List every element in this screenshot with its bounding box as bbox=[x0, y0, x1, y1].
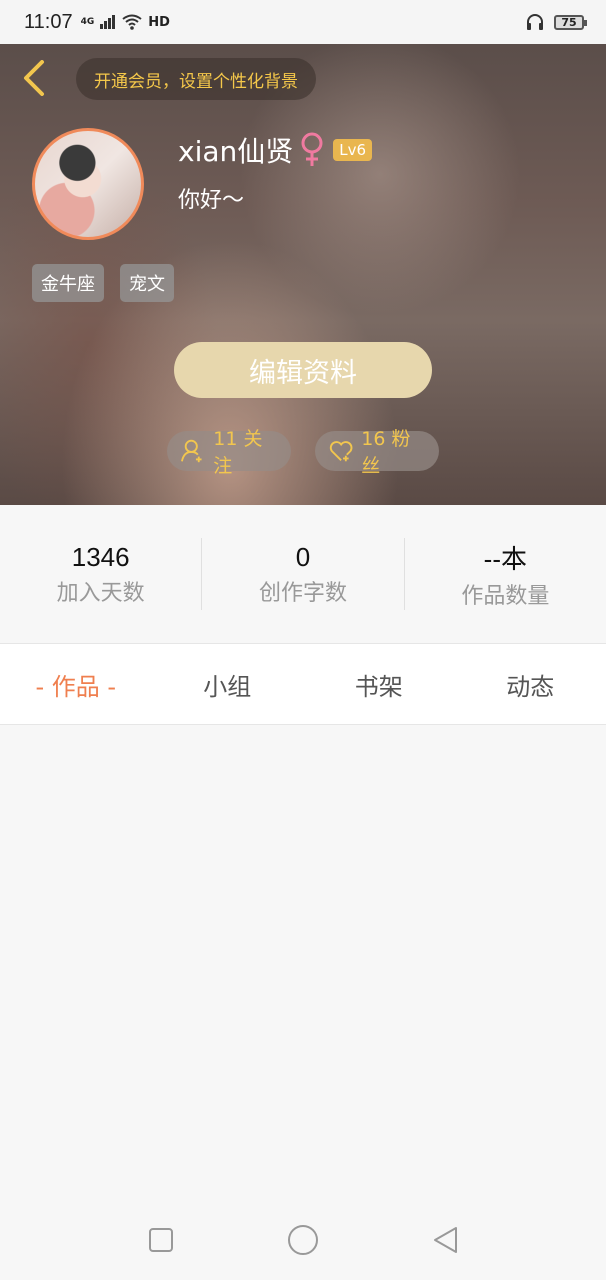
triangle-back-icon bbox=[434, 1227, 457, 1253]
female-icon bbox=[299, 132, 325, 168]
signal-icon bbox=[100, 15, 116, 29]
tag-item[interactable]: 金牛座 bbox=[32, 264, 104, 302]
heart-plus-icon bbox=[329, 441, 353, 462]
network-type: 4G bbox=[80, 17, 95, 27]
system-nav-bar bbox=[0, 1200, 606, 1280]
username: xian仙贤 bbox=[178, 135, 294, 168]
back-button[interactable] bbox=[14, 56, 54, 100]
status-time: 11:07 bbox=[24, 10, 73, 33]
follow-label: 11 关注 bbox=[213, 428, 263, 477]
profile-header: 开通会员，设置个性化背景 xian仙贤 Lv6 你好～ 金牛座 宠文 编辑资料 … bbox=[0, 44, 606, 505]
stat-label: 作品数量 bbox=[461, 583, 550, 609]
tab-groups[interactable]: 小组 bbox=[152, 644, 304, 724]
status-right: 75 bbox=[526, 13, 587, 31]
stat-value: 1346 bbox=[71, 541, 130, 572]
headphones-icon bbox=[527, 14, 543, 30]
level-badge: Lv6 bbox=[333, 139, 373, 161]
back-nav-button[interactable] bbox=[425, 1220, 465, 1260]
tags: 金牛座 宠文 bbox=[32, 264, 174, 302]
stats-row: 1346 加入天数 0 创作字数 --本 作品数量 bbox=[0, 505, 606, 644]
stat-value: --本 bbox=[483, 543, 527, 574]
home-button[interactable] bbox=[283, 1220, 323, 1260]
username-row: xian仙贤 Lv6 bbox=[178, 130, 373, 170]
tab-works[interactable]: - 作品 - bbox=[0, 644, 152, 724]
fans-label: 16 粉丝 bbox=[361, 428, 411, 477]
tab-bar: - 作品 - 小组 书架 动态 bbox=[0, 644, 606, 725]
fans-button[interactable]: 16 粉丝 bbox=[315, 428, 439, 477]
bio: 你好～ bbox=[178, 188, 245, 213]
vip-banner[interactable]: 开通会员，设置个性化背景 bbox=[76, 58, 316, 100]
tab-bookshelf[interactable]: 书架 bbox=[303, 644, 455, 724]
back-arrow-icon bbox=[24, 60, 44, 96]
status-left: 11:07 4G HD bbox=[24, 11, 170, 34]
stat-days-joined: 1346 加入天数 bbox=[0, 538, 203, 610]
battery-icon: 75 bbox=[554, 14, 587, 30]
tag-item[interactable]: 宠文 bbox=[120, 264, 174, 302]
tab-activity[interactable]: 动态 bbox=[455, 644, 606, 724]
stat-label: 创作字数 bbox=[258, 580, 347, 606]
follow-button[interactable]: 11 关注 bbox=[167, 428, 291, 477]
stat-word-count: 0 创作字数 bbox=[202, 538, 405, 610]
stat-label: 加入天数 bbox=[56, 580, 145, 606]
avatar[interactable] bbox=[32, 128, 144, 240]
network-indicators: 4G HD bbox=[81, 14, 170, 30]
wifi-icon bbox=[122, 14, 142, 30]
status-bar: 11:07 4G HD 75 bbox=[0, 0, 606, 44]
edit-profile-button[interactable]: 编辑资料 bbox=[174, 342, 432, 398]
battery-level: 75 bbox=[561, 15, 577, 29]
square-icon bbox=[149, 1228, 173, 1252]
stat-works-count: --本 作品数量 bbox=[405, 538, 606, 610]
hd-label: HD bbox=[148, 14, 170, 30]
stat-value: 0 bbox=[295, 541, 311, 572]
circle-icon bbox=[288, 1225, 318, 1255]
recent-apps-button[interactable] bbox=[141, 1220, 181, 1260]
add-user-icon bbox=[181, 439, 202, 463]
